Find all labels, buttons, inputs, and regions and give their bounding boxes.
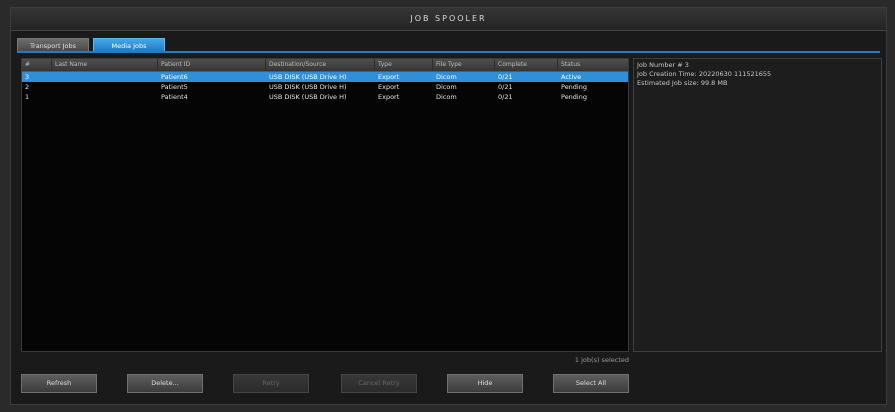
tab-media-jobs[interactable]: Media Jobs bbox=[93, 38, 165, 52]
column-header-patient-id[interactable]: Patient ID bbox=[158, 59, 266, 71]
table-header: # Last Name Patient ID Destination/Sourc… bbox=[22, 59, 628, 72]
cell-patient-id: Patient4 bbox=[161, 93, 188, 101]
cell-destination: USB DISK (USB Drive H) bbox=[269, 73, 347, 81]
cell-type: Export bbox=[378, 73, 400, 81]
cell-status: Pending bbox=[561, 93, 587, 101]
cell-complete: 0/21 bbox=[498, 93, 513, 101]
table-row[interactable]: 1 Patient4 USB DISK (USB Drive H) Export… bbox=[22, 92, 628, 102]
cell-type: Export bbox=[378, 83, 400, 91]
column-header-number[interactable]: # bbox=[22, 59, 52, 71]
cell-status: Pending bbox=[561, 83, 587, 91]
retry-button[interactable]: Retry bbox=[233, 374, 309, 393]
cell-number: 2 bbox=[25, 83, 30, 91]
cell-last-name bbox=[52, 92, 158, 102]
cell-complete: 0/21 bbox=[498, 73, 513, 81]
delete-button[interactable]: Delete... bbox=[127, 374, 203, 393]
cell-file-type: Dicom bbox=[436, 73, 457, 81]
job-number: Job Number # 3 bbox=[637, 61, 689, 69]
cell-patient-id: Patient6 bbox=[161, 73, 188, 81]
column-header-status[interactable]: Status bbox=[558, 59, 628, 71]
cell-status: Active bbox=[561, 73, 582, 81]
tab-transport-jobs[interactable]: Transport Jobs bbox=[17, 38, 89, 52]
job-spooler-window: JOB SPOOLER Transport Jobs Media Jobs # … bbox=[10, 7, 887, 405]
cell-number: 3 bbox=[25, 73, 30, 81]
tab-bar: Transport Jobs Media Jobs bbox=[17, 38, 169, 52]
job-creation-time: Job Creation Time: 20220630 111521655 bbox=[637, 70, 772, 78]
cell-type: Export bbox=[378, 93, 400, 101]
column-header-last-name[interactable]: Last Name bbox=[52, 59, 158, 71]
cancel-retry-button[interactable]: Cancel Retry bbox=[341, 374, 417, 393]
select-all-button[interactable]: Select All bbox=[553, 374, 629, 393]
job-details-panel: Job Number # 3 Job Creation Time: 202206… bbox=[633, 58, 882, 352]
cell-file-type: Dicom bbox=[436, 83, 457, 91]
cell-last-name bbox=[52, 82, 158, 92]
cell-last-name bbox=[52, 72, 158, 82]
table-row[interactable]: 2 Patient5 USB DISK (USB Drive H) Export… bbox=[22, 82, 628, 92]
cell-file-type: Dicom bbox=[436, 93, 457, 101]
estimated-job-size: Estimated Job size: 99.8 MB bbox=[637, 79, 728, 87]
cell-destination: USB DISK (USB Drive H) bbox=[269, 93, 347, 101]
cell-number: 1 bbox=[25, 93, 30, 101]
column-header-destination[interactable]: Destination/Source bbox=[266, 59, 375, 71]
window-title: JOB SPOOLER bbox=[11, 8, 886, 31]
refresh-button[interactable]: Refresh bbox=[21, 374, 97, 393]
column-header-complete[interactable]: Complete bbox=[495, 59, 558, 71]
tab-underline bbox=[17, 51, 880, 53]
cell-complete: 0/21 bbox=[498, 83, 513, 91]
table-row[interactable]: 3 Patient6 USB DISK (USB Drive H) Export… bbox=[22, 72, 628, 82]
column-header-type[interactable]: Type bbox=[375, 59, 433, 71]
cell-patient-id: Patient5 bbox=[161, 83, 188, 91]
jobs-table: # Last Name Patient ID Destination/Sourc… bbox=[21, 58, 629, 352]
selection-count: 1 job(s) selected bbox=[574, 356, 629, 364]
cell-destination: USB DISK (USB Drive H) bbox=[269, 83, 347, 91]
column-header-file-type[interactable]: File Type bbox=[433, 59, 495, 71]
hide-button[interactable]: Hide bbox=[447, 374, 523, 393]
